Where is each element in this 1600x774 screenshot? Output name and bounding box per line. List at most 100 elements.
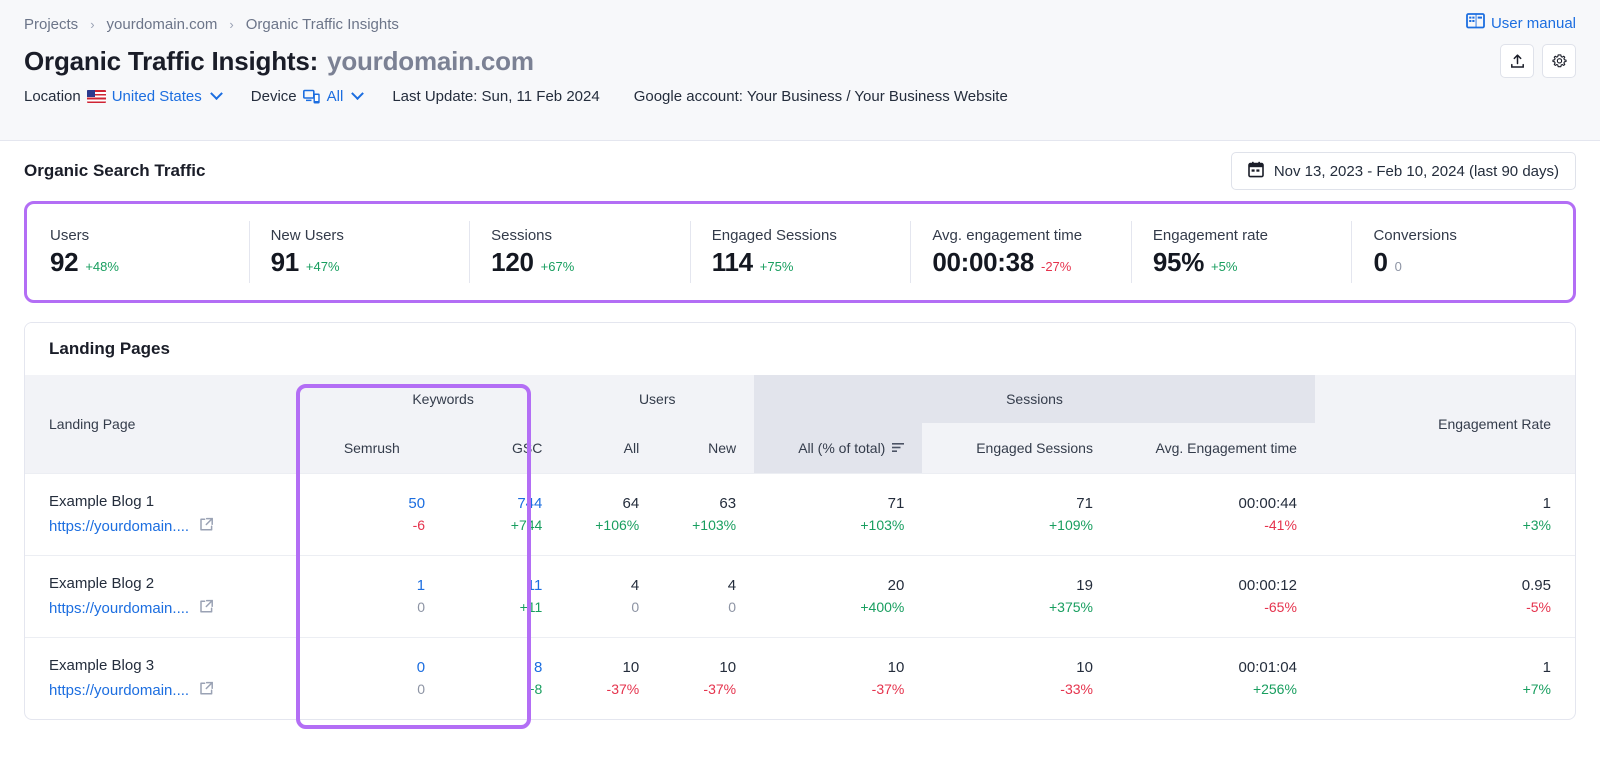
value: 63 xyxy=(719,494,737,512)
table-row[interactable]: Example Blog 3 https://yourdomain.... 0 … xyxy=(25,636,1575,719)
delta: -65% xyxy=(1264,598,1297,615)
landing-page-url[interactable]: https://yourdomain.... xyxy=(49,682,189,699)
cell-sessions-avg-time: 00:00:44 -41% xyxy=(1110,472,1315,555)
book-icon xyxy=(1466,12,1485,34)
user-manual-label[interactable]: User manual xyxy=(1491,15,1576,32)
table-group-header-row: Landing Page Keywords Users Sessions Eng… xyxy=(25,375,1575,473)
user-manual-link[interactable]: User manual xyxy=(1466,12,1576,34)
col-engagement-rate[interactable]: Engagement Rate xyxy=(1314,375,1575,473)
metric-delta: +48% xyxy=(85,258,119,274)
value: 1 xyxy=(416,576,426,594)
chevron-down-icon[interactable] xyxy=(351,87,365,101)
value: 0 xyxy=(416,658,426,676)
external-link-icon[interactable] xyxy=(199,599,214,618)
breadcrumb-separator-icon: › xyxy=(229,16,234,32)
metric-value: 91 xyxy=(270,246,300,277)
external-link-icon[interactable] xyxy=(199,517,214,536)
cell-landing-page: Example Blog 1 https://yourdomain.... xyxy=(25,472,326,555)
col-landing-page[interactable]: Landing Page xyxy=(25,375,326,473)
breadcrumb-item-current: Organic Traffic Insights xyxy=(245,15,399,33)
col-users-new[interactable]: New xyxy=(657,423,755,473)
landing-page-name: Example Blog 1 xyxy=(49,493,155,510)
delta: 0 xyxy=(417,598,426,615)
metric-sessions: Sessions 120 +67% xyxy=(469,221,690,283)
last-update-text: Last Update: Sun, 11 Feb 2024 xyxy=(392,88,600,105)
value: 1 xyxy=(1542,658,1551,676)
value: 64 xyxy=(622,494,640,512)
date-range-picker[interactable]: Nov 13, 2023 - Feb 10, 2024 (last 90 day… xyxy=(1230,152,1576,190)
external-link-icon[interactable] xyxy=(199,681,214,700)
col-keywords-semrush[interactable]: Semrush xyxy=(325,423,444,473)
landing-page-name: Example Blog 3 xyxy=(49,657,155,675)
date-range-label[interactable]: Nov 13, 2023 - Feb 10, 2024 (last 90 day… xyxy=(1274,163,1559,180)
breadcrumb-item-projects[interactable]: Projects xyxy=(24,16,78,33)
sort-descending-icon[interactable] xyxy=(892,440,905,456)
landing-pages-card: Landing Pages Landing Page Keywords User… xyxy=(24,322,1576,720)
metric-delta: +5% xyxy=(1211,258,1238,274)
delta: -33% xyxy=(1060,680,1093,697)
delta: 0 xyxy=(631,598,640,615)
device-filter[interactable]: Device All xyxy=(251,87,365,105)
delta: +109% xyxy=(1049,516,1093,533)
metric-value: 95% xyxy=(1152,246,1205,277)
col-sessions-all-label: All (% of total) xyxy=(798,439,886,456)
table-row[interactable]: Example Blog 2 https://yourdomain.... 1 … xyxy=(25,554,1575,637)
breadcrumb-item-domain[interactable]: yourdomain.com xyxy=(107,16,218,33)
landing-page-url[interactable]: https://yourdomain.... xyxy=(49,600,189,617)
cell-keywords-semrush: 0 0 xyxy=(325,636,444,719)
delta: -41% xyxy=(1264,516,1297,533)
cell-users-new: 63 +103% xyxy=(657,472,755,555)
metric-delta: +75% xyxy=(759,258,794,274)
metric-engagement-rate: Engagement rate 95% +5% xyxy=(1130,221,1352,283)
metric-label: Avg. engagement time xyxy=(932,226,1083,244)
col-sessions-engaged[interactable]: Engaged Sessions xyxy=(922,423,1111,473)
filters-row: Location United States Device All Last U… xyxy=(24,87,1576,105)
device-value[interactable]: All xyxy=(327,88,344,105)
colgroup-users: Users xyxy=(560,375,755,423)
col-keywords-gsc[interactable]: GSC xyxy=(443,423,561,473)
page-header: Projects › yourdomain.com › Organic Traf… xyxy=(0,0,1600,141)
landing-page-name: Example Blog 2 xyxy=(49,575,155,592)
google-account-text: Google account: Your Business / Your Bus… xyxy=(633,88,1008,105)
location-value[interactable]: United States xyxy=(112,88,202,105)
col-sessions-avg-time[interactable]: Avg. Engagement time xyxy=(1110,423,1315,473)
page-title-main: Organic Traffic Insights: xyxy=(24,46,319,76)
value: 4 xyxy=(630,576,640,594)
cell-sessions-engaged: 19 +375% xyxy=(922,554,1111,637)
section-header: Organic Search Traffic Nov 13, 2023 - Fe… xyxy=(24,141,1576,201)
chevron-down-icon[interactable] xyxy=(209,87,223,101)
value: 00:00:12 xyxy=(1238,576,1297,594)
export-button[interactable] xyxy=(1500,44,1534,78)
table-row[interactable]: Example Blog 1 https://yourdomain.... 50… xyxy=(25,472,1575,555)
cell-engagement-rate: 1 +7% xyxy=(1314,636,1575,719)
metric-label: New Users xyxy=(270,226,344,244)
landing-page-url[interactable]: https://yourdomain.... xyxy=(49,518,189,535)
cell-keywords-gsc: 744 +744 xyxy=(443,472,561,555)
col-sessions-all[interactable]: All (% of total) xyxy=(754,423,923,473)
breadcrumb-separator-icon: › xyxy=(90,16,95,32)
delta: -5% xyxy=(1526,598,1551,615)
delta: +744 xyxy=(510,516,543,533)
delta: +8 xyxy=(526,680,543,697)
cell-landing-page: Example Blog 2 https://yourdomain.... xyxy=(25,554,326,637)
landing-pages-table: Landing Page Keywords Users Sessions Eng… xyxy=(25,375,1575,719)
metric-label: Engagement rate xyxy=(1152,226,1268,244)
value: 10 xyxy=(887,658,905,676)
gear-icon xyxy=(1551,53,1567,67)
cell-sessions-all: 10 -37% xyxy=(754,636,923,719)
delta: +400% xyxy=(860,598,905,615)
delta: +256% xyxy=(1252,680,1297,697)
organic-search-traffic-title: Organic Search Traffic xyxy=(24,161,206,180)
metric-delta: +47% xyxy=(305,258,340,274)
location-filter[interactable]: Location United States xyxy=(24,87,223,105)
cell-sessions-engaged: 10 -33% xyxy=(922,636,1111,719)
metric-engaged-sessions: Engaged Sessions 114 +75% xyxy=(689,221,911,283)
cell-keywords-semrush: 1 0 xyxy=(325,554,444,637)
metric-avg-engagement-time: Avg. engagement time 00:00:38 -27% xyxy=(910,221,1131,283)
delta: -37% xyxy=(703,680,737,697)
value: 10 xyxy=(1076,658,1093,676)
col-users-all[interactable]: All xyxy=(560,423,658,473)
settings-button[interactable] xyxy=(1542,44,1576,78)
upload-icon xyxy=(1510,53,1524,68)
value: 11 xyxy=(526,576,543,594)
